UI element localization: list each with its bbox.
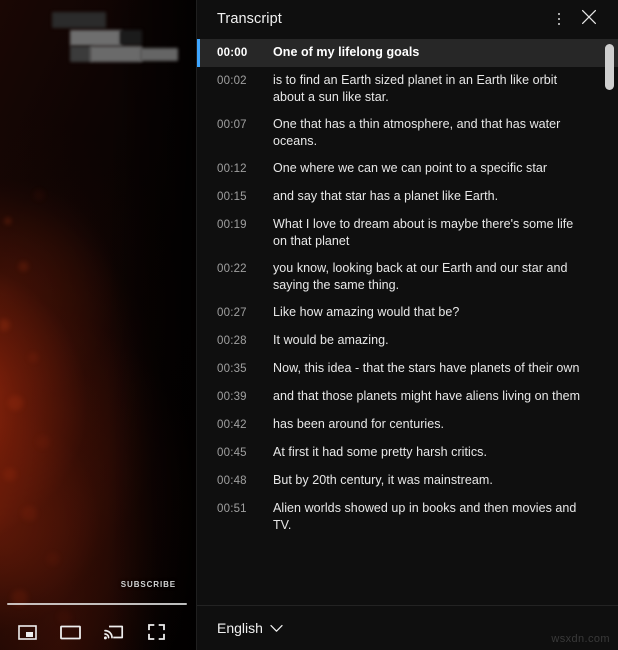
cue-timestamp: 00:12	[217, 163, 247, 175]
cue-timestamp: 00:48	[217, 475, 247, 487]
transcript-cue[interactable]: 00:15 and say that star has a planet like…	[197, 183, 618, 211]
theater-mode-button[interactable]	[49, 616, 92, 648]
cast-button[interactable]	[92, 616, 135, 648]
close-icon	[581, 9, 597, 30]
transcript-cue[interactable]: 00:19 What I love to dream about is maybe…	[197, 211, 618, 255]
more-vertical-icon	[557, 12, 561, 26]
chevron-down-icon	[270, 620, 283, 636]
cue-timestamp: 00:35	[217, 363, 247, 375]
transcript-cue[interactable]: 00:07 One that has a thin atmosphere, and…	[197, 111, 618, 155]
cue-timestamp: 00:45	[217, 447, 247, 459]
cue-timestamp: 00:15	[217, 191, 247, 203]
cue-timestamp: 00:00	[217, 47, 248, 59]
cue-text: At first it had some pretty harsh critic…	[273, 445, 487, 459]
cue-text: What I love to dream about is maybe ther…	[273, 217, 574, 248]
redaction-block	[52, 12, 106, 28]
transcript-scrollbar[interactable]	[605, 39, 614, 605]
transcript-cue-list[interactable]: 00:00 One of my lifelong goals 00:02 is to …	[197, 38, 618, 605]
theater-mode-icon	[60, 625, 81, 640]
video-player[interactable]: SUBSCRIBE	[0, 0, 196, 650]
cue-timestamp: 00:28	[217, 335, 247, 347]
cue-timestamp: 00:02	[217, 75, 247, 87]
language-label: English	[217, 620, 263, 636]
cue-text: has been around for centuries.	[273, 417, 445, 431]
cue-timestamp: 00:39	[217, 391, 247, 403]
cue-text: But by 20th century, it was mainstream.	[273, 473, 493, 487]
cue-timestamp: 00:42	[217, 419, 247, 431]
transcript-header: Transcript	[197, 0, 618, 38]
miniplayer-button[interactable]	[6, 616, 49, 648]
redaction-block	[90, 46, 142, 62]
cue-text: is to find an Earth sized planet in an E…	[273, 73, 558, 104]
redaction-block	[140, 48, 178, 61]
transcript-panel: Transcript 00:00 One of my lifelong goals…	[196, 0, 618, 650]
cue-text: Like how amazing would that be?	[273, 305, 460, 319]
transcript-cue[interactable]: 00:12 One where we can we can point to a …	[197, 155, 618, 183]
cue-text: It would be amazing.	[273, 333, 389, 347]
redaction-block	[70, 30, 122, 46]
cue-timestamp: 00:19	[217, 219, 247, 231]
redaction-block	[120, 30, 142, 45]
transcript-cue[interactable]: 00:51 Alien worlds showed up in books and…	[197, 495, 618, 539]
transcript-title: Transcript	[217, 11, 282, 27]
transcript-menu-button[interactable]	[544, 4, 574, 34]
transcript-cue[interactable]: 00:02 is to find an Earth sized planet in…	[197, 67, 618, 111]
cue-timestamp: 00:27	[217, 307, 247, 319]
transcript-cue[interactable]: 00:00 One of my lifelong goals	[197, 39, 618, 67]
transcript-cue[interactable]: 00:28 It would be amazing.	[197, 327, 618, 355]
transcript-cue[interactable]: 00:45 At first it had some pretty harsh c…	[197, 439, 618, 467]
cue-text: One of my lifelong goals	[273, 45, 420, 59]
cue-text: and say that star has a planet like Eart…	[273, 189, 499, 203]
cue-text: One where we can we can point to a speci…	[273, 161, 548, 175]
transcript-cue[interactable]: 00:42 has been around for centuries.	[197, 411, 618, 439]
scrollbar-thumb[interactable]	[605, 44, 614, 90]
transcript-cue[interactable]: 00:27 Like how amazing would that be?	[197, 299, 618, 327]
transcript-footer: English	[197, 605, 618, 650]
video-progress-bar[interactable]	[7, 603, 187, 605]
cue-timestamp: 00:07	[217, 119, 247, 131]
youtube-watch-page: SUBSCRIBE Transcript 00:00 One of my lif…	[0, 0, 618, 650]
transcript-close-button[interactable]	[574, 4, 604, 34]
player-controls-bar	[0, 614, 196, 650]
transcript-cue[interactable]: 00:39 and that those planets might have a…	[197, 383, 618, 411]
cue-timestamp: 00:51	[217, 503, 247, 515]
cue-timestamp: 00:22	[217, 263, 247, 275]
cue-text: Alien worlds showed up in books and then…	[273, 501, 577, 532]
redaction-block	[70, 46, 92, 62]
language-selector[interactable]: English	[217, 620, 283, 636]
cue-text: you know, looking back at our Earth and …	[273, 261, 568, 292]
cue-text: Now, this idea - that the stars have pla…	[273, 361, 580, 375]
cue-text: and that those planets might have aliens…	[273, 389, 581, 403]
transcript-cue[interactable]: 00:48 But by 20th century, it was mainstr…	[197, 467, 618, 495]
transcript-cue[interactable]: 00:35 Now, this idea - that the stars hav…	[197, 355, 618, 383]
cast-icon	[103, 624, 124, 640]
subscribe-button[interactable]: SUBSCRIBE	[121, 580, 176, 589]
video-vignette-overlay	[0, 0, 196, 650]
fullscreen-icon	[148, 624, 165, 640]
cue-text: One that has a thin atmosphere, and that…	[273, 117, 561, 148]
fullscreen-button[interactable]	[135, 616, 178, 648]
transcript-cue[interactable]: 00:22 you know, looking back at our Earth…	[197, 255, 618, 299]
miniplayer-icon	[18, 624, 37, 640]
